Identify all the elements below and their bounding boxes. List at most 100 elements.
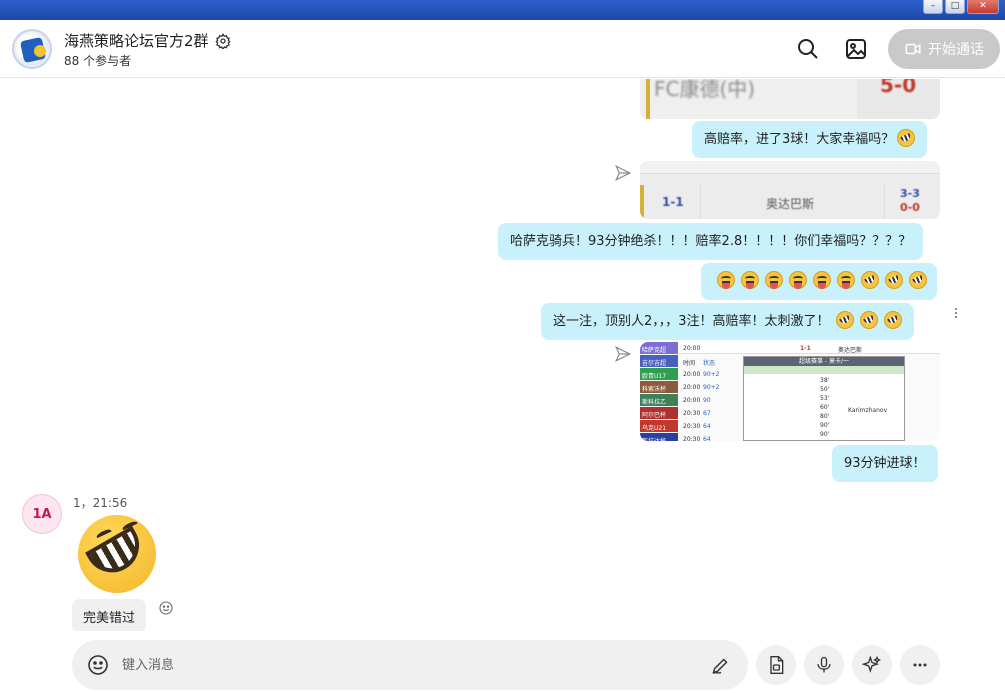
image-row-state: 67 xyxy=(703,410,711,417)
sender-meta: 1，21:56 xyxy=(73,496,128,510)
laughing-emoji xyxy=(861,271,879,289)
message-text: 这一注，顶别人2，，，3注！高赔率！太刺激了！ xyxy=(553,314,830,329)
settings-gear-icon[interactable] xyxy=(214,32,231,49)
start-call-button[interactable]: 开始通话 xyxy=(888,29,1000,69)
image-cell: 超级赛事 - 莫卡/一 xyxy=(744,357,904,366)
image-row-league: 乌克U21 xyxy=(640,420,678,432)
image-minute: 53' xyxy=(820,395,830,402)
image-popup: 超级赛事 - 莫卡/一 38' 50' 53' 60' 80' 90' 90' Karimz… xyxy=(743,356,905,441)
message-list[interactable]: FC康德(中) 5-0 高赔率，进了3球！大家幸福吗？ 1-1 奥达巴斯 3-3… xyxy=(0,79,1005,631)
call-label: 开始通话 xyxy=(928,42,984,58)
image-row-league: 斯科拉乙 xyxy=(640,394,678,406)
tongue-emoji xyxy=(741,271,759,289)
image-cell: 奥达巴斯 xyxy=(838,347,863,354)
handwriting-pen-icon[interactable] xyxy=(710,654,732,676)
laughing-emoji-sticker[interactable] xyxy=(78,515,156,593)
image-row-state: 90 xyxy=(703,397,711,404)
image-gallery-icon[interactable] xyxy=(844,37,868,61)
image-row-time: 20:00 xyxy=(683,371,701,378)
message-text: 完美错过 xyxy=(83,611,136,626)
image-row-time: 20:30 xyxy=(683,410,701,417)
laughing-emoji xyxy=(883,311,902,329)
sent-icon xyxy=(615,164,632,182)
image-row-league: 欧青U17 xyxy=(640,368,678,380)
message-bubble[interactable]: 高赔率，进了3球！大家幸福吗？ xyxy=(692,121,928,158)
image-row-league: 科索沃杯 xyxy=(640,381,678,393)
image-score-right-bottom: 0-0 xyxy=(900,201,920,214)
message-bubble[interactable]: 完美错过 xyxy=(72,599,147,631)
message-text: 哈萨克骑兵！93分钟绝杀！！！赔率2.8！！！！你们幸福吗？？？？ xyxy=(510,234,912,249)
attach-file-button[interactable] xyxy=(756,645,796,685)
laughing-emoji xyxy=(909,271,927,289)
sent-icon xyxy=(615,345,632,363)
microphone-icon xyxy=(817,656,831,673)
voice-message-button[interactable] xyxy=(804,645,844,685)
image-row-state: 64 xyxy=(703,423,711,430)
sender-avatar[interactable]: 1A xyxy=(22,494,62,534)
image-row-time: 时间 xyxy=(683,360,696,367)
message-text: 93分钟进球！ xyxy=(844,456,926,471)
group-avatar[interactable] xyxy=(12,29,52,69)
image-row-league: 瓦拉达杯 xyxy=(640,433,678,441)
search-icon[interactable] xyxy=(796,37,820,61)
image-row-state: 64 xyxy=(703,436,711,441)
message-more-icon[interactable] xyxy=(954,307,958,319)
image-row-time: 20:00 xyxy=(683,397,701,404)
image-cell: 1-1 xyxy=(800,345,811,352)
chat-header: 海燕策略论坛官方2群 88 个参与者 开始通话 xyxy=(0,20,1005,78)
image-score-text: 5-0 xyxy=(880,79,917,97)
image-message[interactable]: 哈萨克超 20:00 1-1 奥达巴斯 吉尔吉超 时间 状态 欧青U17 20:00 90… xyxy=(640,342,940,441)
image-team: 奥达巴斯 xyxy=(766,197,815,211)
image-minute: 50' xyxy=(820,386,830,393)
window-controls: – □ ✕ xyxy=(921,0,999,14)
image-row-state: 90+2 xyxy=(703,384,720,391)
message-bubble[interactable]: 93分钟进球！ xyxy=(832,445,938,482)
image-minute: 90' xyxy=(820,431,830,438)
image-row-time: 20:00 xyxy=(683,384,701,391)
window-titlebar: – □ ✕ xyxy=(0,0,1005,20)
laughing-emoji xyxy=(859,311,878,329)
tongue-emoji xyxy=(837,271,855,289)
close-button[interactable]: ✕ xyxy=(967,0,999,14)
laughing-emoji xyxy=(885,271,903,289)
image-minute: 60' xyxy=(820,404,830,411)
image-score-left: 1-1 xyxy=(662,195,684,209)
image-row-time: 20:30 xyxy=(683,436,701,441)
tongue-emoji xyxy=(813,271,831,289)
image-row-league: 阿尔巴杯 xyxy=(640,407,678,419)
video-call-icon xyxy=(905,43,921,55)
message-bubble[interactable]: 这一注，顶别人2，，，3注！高赔率！太刺激了！ xyxy=(541,303,914,340)
more-options-button[interactable] xyxy=(900,645,940,685)
image-row-state: 90+2 xyxy=(703,371,720,378)
image-minute: 90' xyxy=(820,422,830,429)
sparkle-icon xyxy=(862,655,881,673)
participant-count[interactable]: 88 个参与者 xyxy=(64,52,131,69)
image-cell: Karimzhanov xyxy=(848,407,888,414)
message-bubble[interactable]: 哈萨克骑兵！93分钟绝杀！！！赔率2.8！！！！你们幸福吗？？？？ xyxy=(498,223,924,260)
more-icon xyxy=(913,663,927,667)
tongue-emoji xyxy=(789,271,807,289)
image-cell: 哈萨克超 xyxy=(640,342,678,354)
message-input[interactable] xyxy=(122,654,682,676)
tongue-emoji xyxy=(717,271,735,289)
image-minute: 80' xyxy=(820,413,830,420)
emoji-bubble[interactable] xyxy=(701,263,937,300)
tongue-emoji xyxy=(765,271,783,289)
add-reaction-icon[interactable] xyxy=(158,600,174,616)
image-row-state: 状态 xyxy=(703,360,716,367)
group-title[interactable]: 海燕策略论坛官方2群 xyxy=(64,30,231,51)
image-message[interactable]: 1-1 奥达巴斯 3-3 0-0 xyxy=(640,161,940,219)
maximize-button[interactable]: □ xyxy=(945,0,965,14)
message-text: 高赔率，进了3球！大家幸福吗？ xyxy=(704,132,895,147)
message-composer xyxy=(72,640,748,690)
emoji-smile-icon[interactable] xyxy=(86,653,110,677)
image-message[interactable]: FC康德(中) 5-0 xyxy=(640,79,940,119)
group-name: 海燕策略论坛官方2群 xyxy=(64,32,209,50)
image-minute: 38' xyxy=(820,377,830,384)
laughing-emoji xyxy=(897,129,916,147)
file-icon xyxy=(770,656,784,674)
laughing-emoji xyxy=(835,311,854,329)
minimize-button[interactable]: – xyxy=(923,0,943,14)
image-cell: 20:00 xyxy=(683,345,701,352)
ai-assist-button[interactable] xyxy=(852,645,892,685)
